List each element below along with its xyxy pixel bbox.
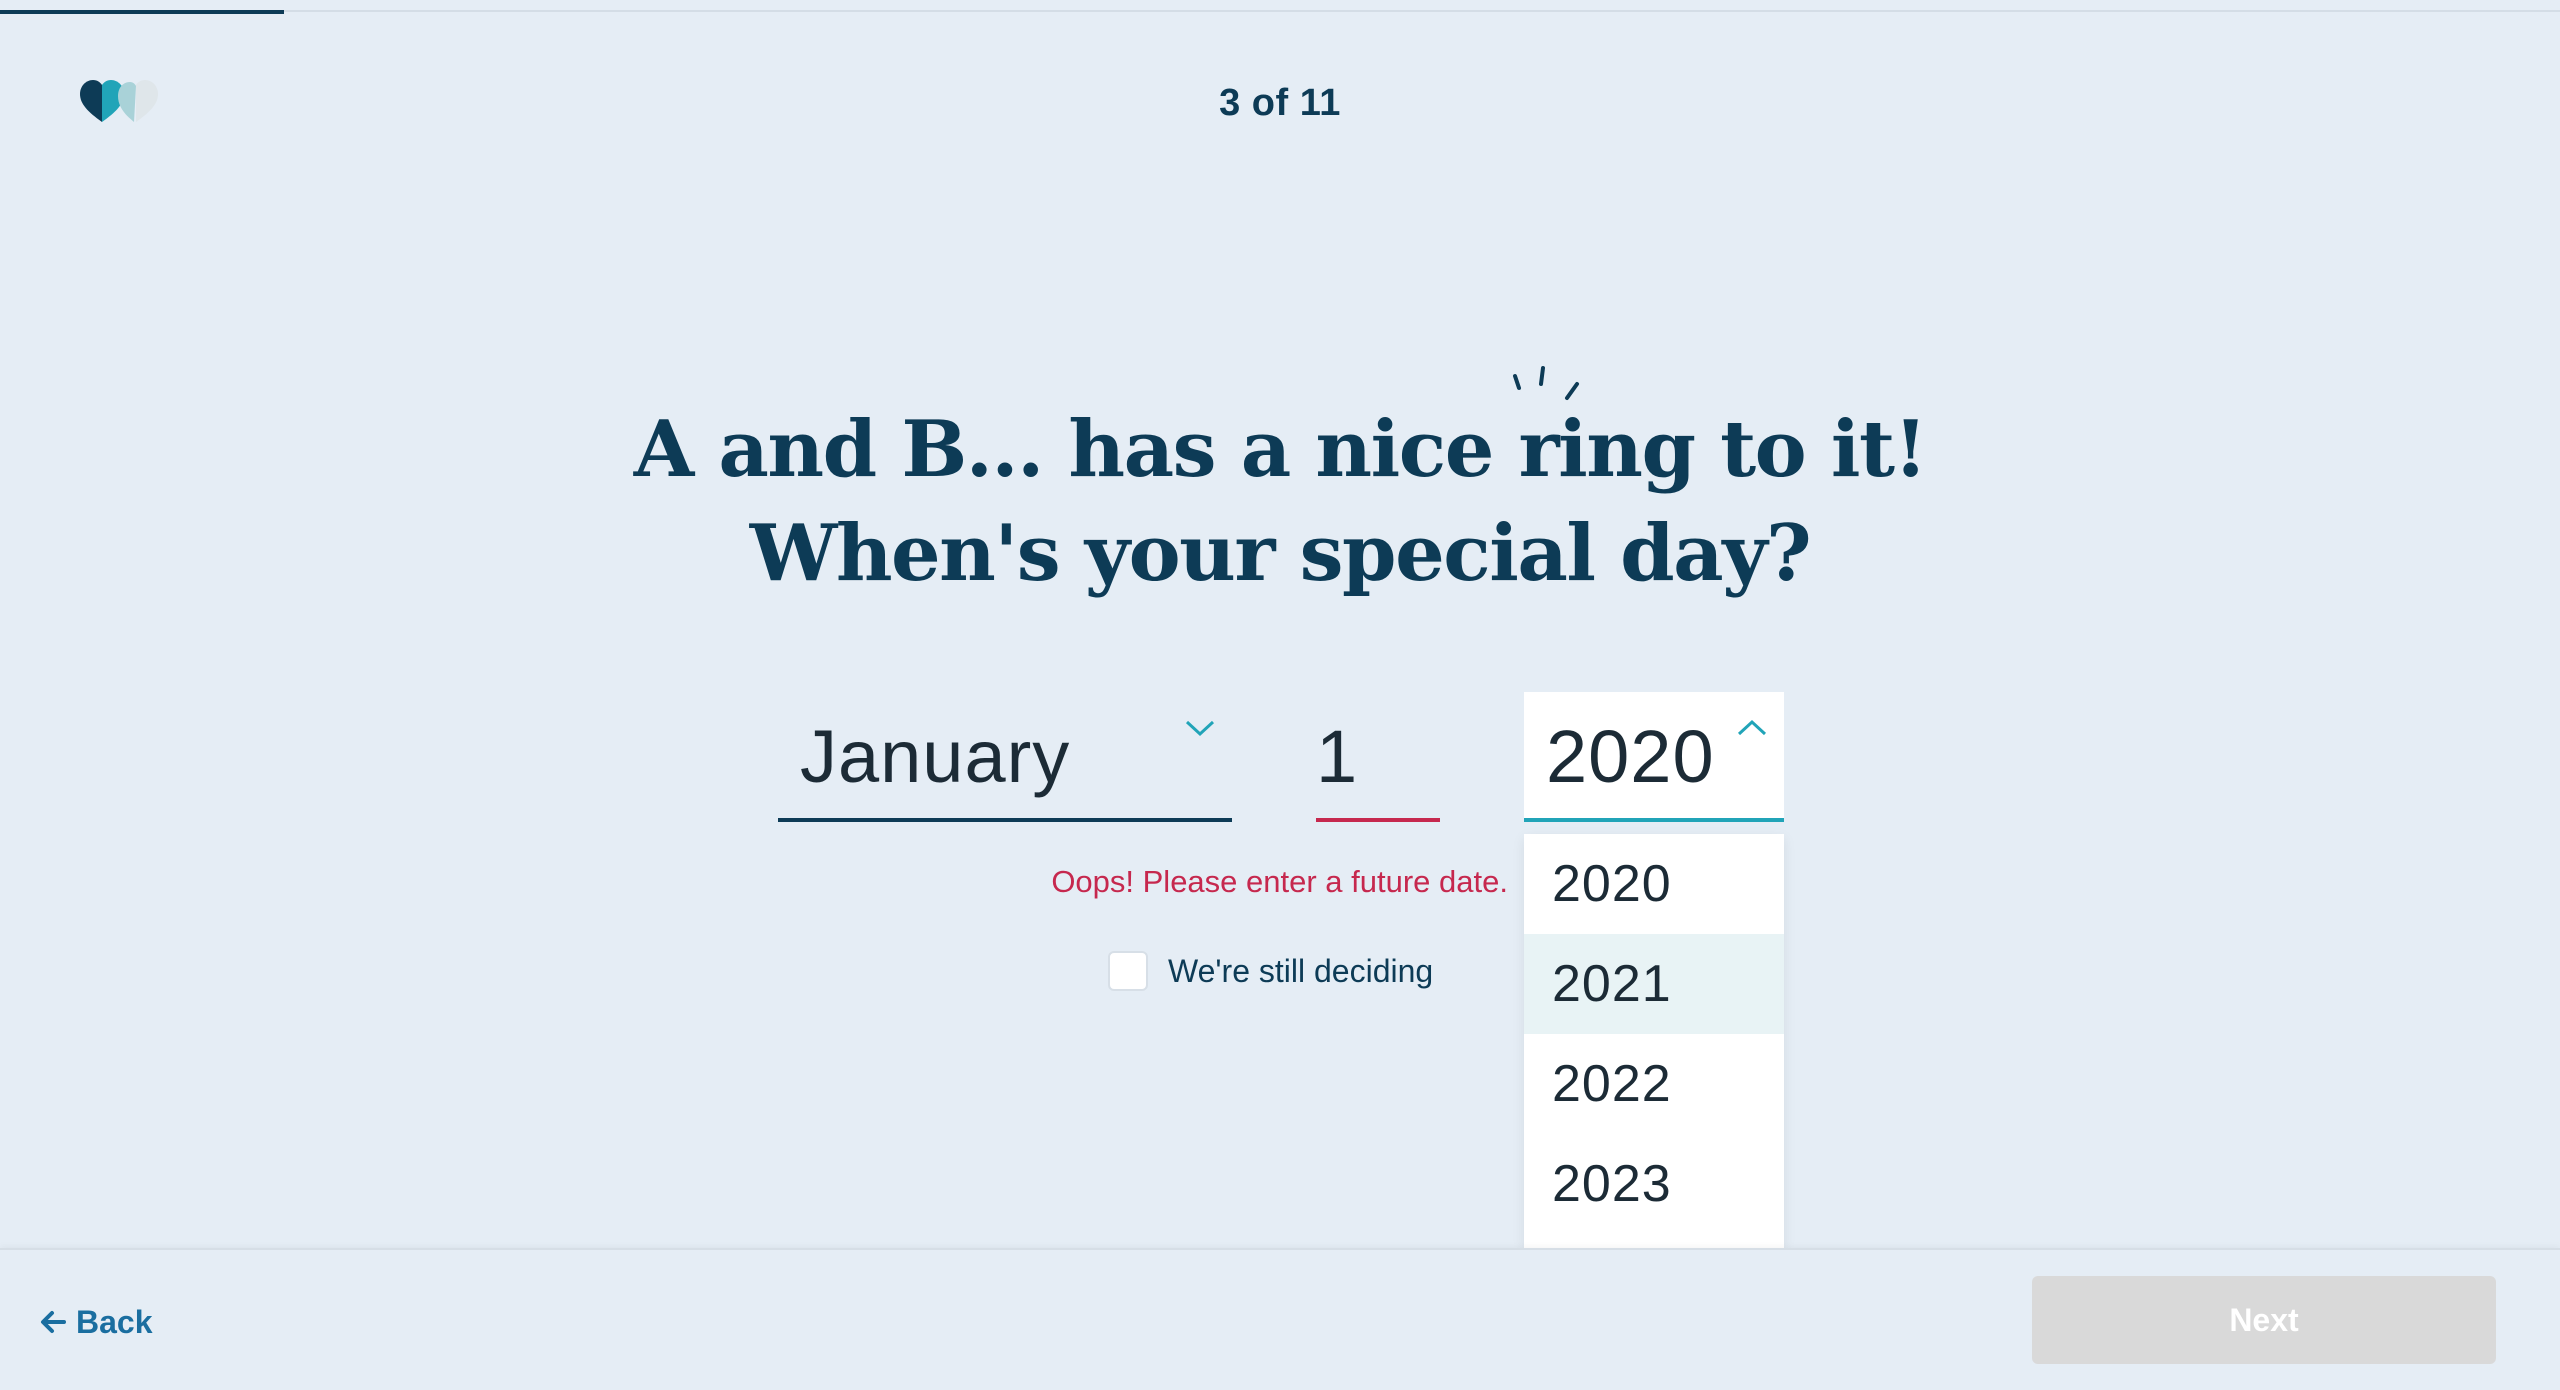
footer-bar: Back Next — [0, 1248, 2560, 1390]
page-headline: A and B... has a nice ring to it! When's… — [0, 398, 2560, 606]
still-deciding-label[interactable]: We're still deciding — [1168, 953, 1433, 990]
headline-line-2: When's your special day? — [749, 508, 1812, 599]
year-option-highlighted[interactable]: 2021 — [1524, 934, 1784, 1034]
progress-track — [0, 0, 2560, 14]
year-option[interactable]: 2023 — [1524, 1134, 1784, 1234]
headline-line-1: A and B... has a nice ring to it! — [633, 404, 1928, 495]
still-deciding-row[interactable]: We're still deciding — [1108, 950, 1433, 992]
date-error-message: Oops! Please enter a future date. — [1051, 864, 1508, 899]
month-value: January — [800, 715, 1071, 798]
year-value: 2020 — [1546, 715, 1715, 798]
chevron-down-icon — [1185, 720, 1215, 737]
arrow-left-icon — [41, 1311, 66, 1333]
next-button[interactable]: Next — [2032, 1276, 2496, 1364]
year-option[interactable]: 2022 — [1524, 1034, 1784, 1134]
back-label: Back — [76, 1303, 153, 1340]
chevron-up-icon — [1737, 719, 1767, 736]
day-input[interactable]: 1 — [1316, 692, 1440, 822]
day-value: 1 — [1316, 715, 1358, 798]
back-button[interactable]: Back — [40, 1300, 153, 1344]
year-option[interactable]: 2020 — [1524, 834, 1784, 934]
step-counter: 3 of 11 — [1219, 82, 1341, 124]
month-select[interactable]: January — [778, 692, 1232, 822]
year-dropdown-list: 2020 2021 2022 2023 — [1524, 834, 1784, 1248]
year-select[interactable]: 2020 — [1524, 692, 1784, 822]
still-deciding-checkbox[interactable] — [1108, 951, 1148, 991]
progress-fill — [0, 10, 285, 14]
